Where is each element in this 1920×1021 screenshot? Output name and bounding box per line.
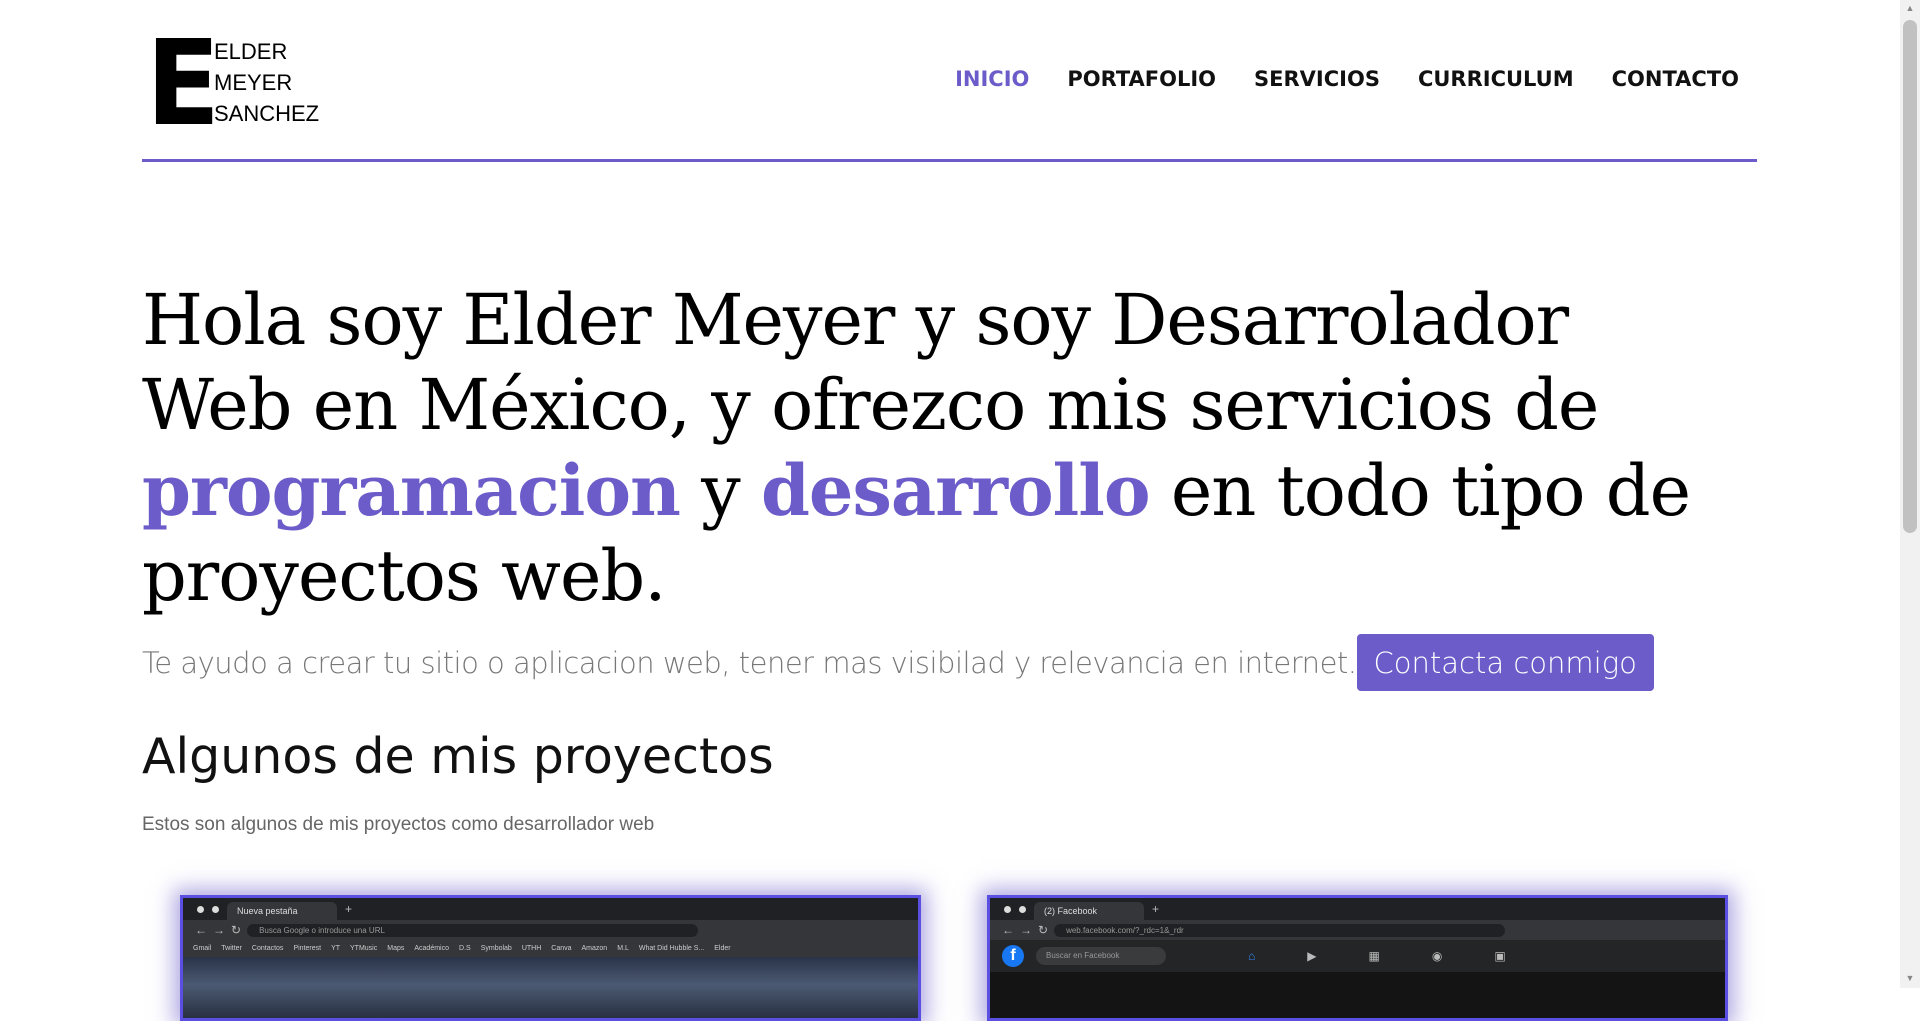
- bookmark: Pinterest: [293, 945, 322, 952]
- scroll-down-icon[interactable]: ▼: [1904, 973, 1916, 985]
- nav-curriculum[interactable]: CURRICULUM: [1418, 67, 1574, 91]
- browser-tabbar: (2) Facebook +: [990, 898, 1725, 920]
- window-dot-icon: [197, 905, 204, 913]
- project-card-1[interactable]: Nueva pestaña + ← → ↻ Busca Google o int…: [180, 895, 921, 1021]
- hero-text-2: y: [679, 450, 761, 532]
- hero-subtitle: Te ayudo a crear tu sitio o aplicacion w…: [142, 645, 1357, 680]
- forward-icon: →: [213, 923, 225, 937]
- logo-line-1: ELDER: [214, 39, 288, 64]
- bookmark: D.S: [459, 945, 471, 952]
- projects-description: Estos son algunos de mis proyectos como …: [142, 814, 655, 835]
- main-nav: INICIO PORTAFOLIO SERVICIOS CURRICULUM C…: [955, 67, 1739, 91]
- bookmark: Twitter: [221, 945, 242, 952]
- hero-highlight-desarrollo: desarrollo: [760, 449, 1151, 532]
- bookmark: What Did Hubble S...: [638, 945, 705, 952]
- hero-subtitle-row: Te ayudo a crear tu sitio o aplicacion w…: [142, 634, 1654, 691]
- groups-icon: ◉: [1431, 949, 1443, 963]
- bookmark: UTHH: [521, 945, 542, 952]
- hero-highlight-programacion: programacion: [142, 449, 681, 532]
- projects-title: Algunos de mis proyectos: [142, 728, 774, 785]
- logo-line-2: MEYER: [214, 70, 293, 95]
- facebook-topbar: f Buscar en Facebook ⌂ ▶ ▦ ◉ ▣: [990, 940, 1725, 972]
- nav-servicios[interactable]: SERVICIOS: [1254, 67, 1380, 91]
- video-icon: ▶: [1307, 949, 1317, 963]
- browser-address-row: ← → ↻ Busca Google o introduce una URL: [183, 920, 918, 940]
- reload-icon: ↻: [231, 923, 242, 937]
- bookmark: Académico: [414, 945, 450, 952]
- hero-text-1: Hola soy Elder Meyer y soy Desarrolador …: [142, 279, 1599, 446]
- facebook-search: Buscar en Facebook: [1036, 947, 1166, 965]
- site-header: E ELDER MEYER SANCHEZ INICIO PORTAFOLIO …: [142, 0, 1757, 162]
- nav-portafolio[interactable]: PORTAFOLIO: [1067, 67, 1216, 91]
- contact-button[interactable]: Contacta conmigo: [1356, 634, 1654, 691]
- back-icon: ←: [195, 923, 207, 937]
- browser-address-row: ← → ↻ web.facebook.com/?_rdc=1&_rdr: [990, 920, 1725, 940]
- nav-inicio[interactable]: INICIO: [955, 67, 1029, 91]
- forward-icon: →: [1020, 923, 1032, 937]
- bookmark: Amazon: [581, 945, 608, 952]
- scroll-up-icon[interactable]: ▲: [1904, 3, 1916, 15]
- window-dot-icon: [1019, 905, 1026, 913]
- window-dot-icon: [212, 905, 219, 913]
- project-screenshot-background: [183, 957, 918, 1018]
- bookmarks-bar: Gmail Twitter Contactos Pinterest YT YTM…: [183, 940, 918, 957]
- browser-tabbar: Nueva pestaña +: [183, 898, 918, 920]
- scrollbar[interactable]: ▲ ▼: [1900, 0, 1920, 988]
- bookmark: YTMusic: [350, 945, 378, 952]
- home-icon: ⌂: [1248, 949, 1256, 963]
- reload-icon: ↻: [1038, 923, 1049, 937]
- gaming-icon: ▣: [1494, 949, 1506, 963]
- logo-line-3: SANCHEZ: [214, 101, 320, 126]
- browser-tab: Nueva pestaña: [227, 902, 337, 920]
- window-dot-icon: [1004, 905, 1011, 913]
- plus-icon: +: [345, 902, 353, 916]
- address-bar: Busca Google o introduce una URL: [247, 923, 698, 937]
- back-icon: ←: [1002, 923, 1014, 937]
- scrollbar-thumb[interactable]: [1903, 20, 1917, 533]
- facebook-logo-icon: f: [1002, 945, 1024, 967]
- logo-name[interactable]: ELDER MEYER SANCHEZ: [214, 36, 319, 129]
- bookmark: Symbolab: [480, 945, 512, 952]
- bookmark: Gmail: [193, 945, 212, 952]
- marketplace-icon: ▦: [1368, 949, 1380, 963]
- bookmark: Contactos: [251, 945, 284, 952]
- nav-contacto[interactable]: CONTACTO: [1612, 67, 1739, 91]
- browser-tab: (2) Facebook: [1034, 902, 1144, 920]
- plus-icon: +: [1152, 902, 1160, 916]
- project-card-2[interactable]: (2) Facebook + ← → ↻ web.facebook.com/?_…: [987, 895, 1728, 1021]
- logo-letter[interactable]: E: [146, 24, 220, 142]
- bookmark: Maps: [387, 945, 405, 952]
- bookmark: Canva: [551, 945, 572, 952]
- hero-heading: Hola soy Elder Meyer y soy Desarrolador …: [142, 278, 1702, 619]
- bookmark: YT: [331, 945, 341, 952]
- address-bar: web.facebook.com/?_rdc=1&_rdr: [1054, 923, 1505, 937]
- bookmark: M.L: [617, 945, 629, 952]
- bookmark: Elder: [714, 945, 731, 952]
